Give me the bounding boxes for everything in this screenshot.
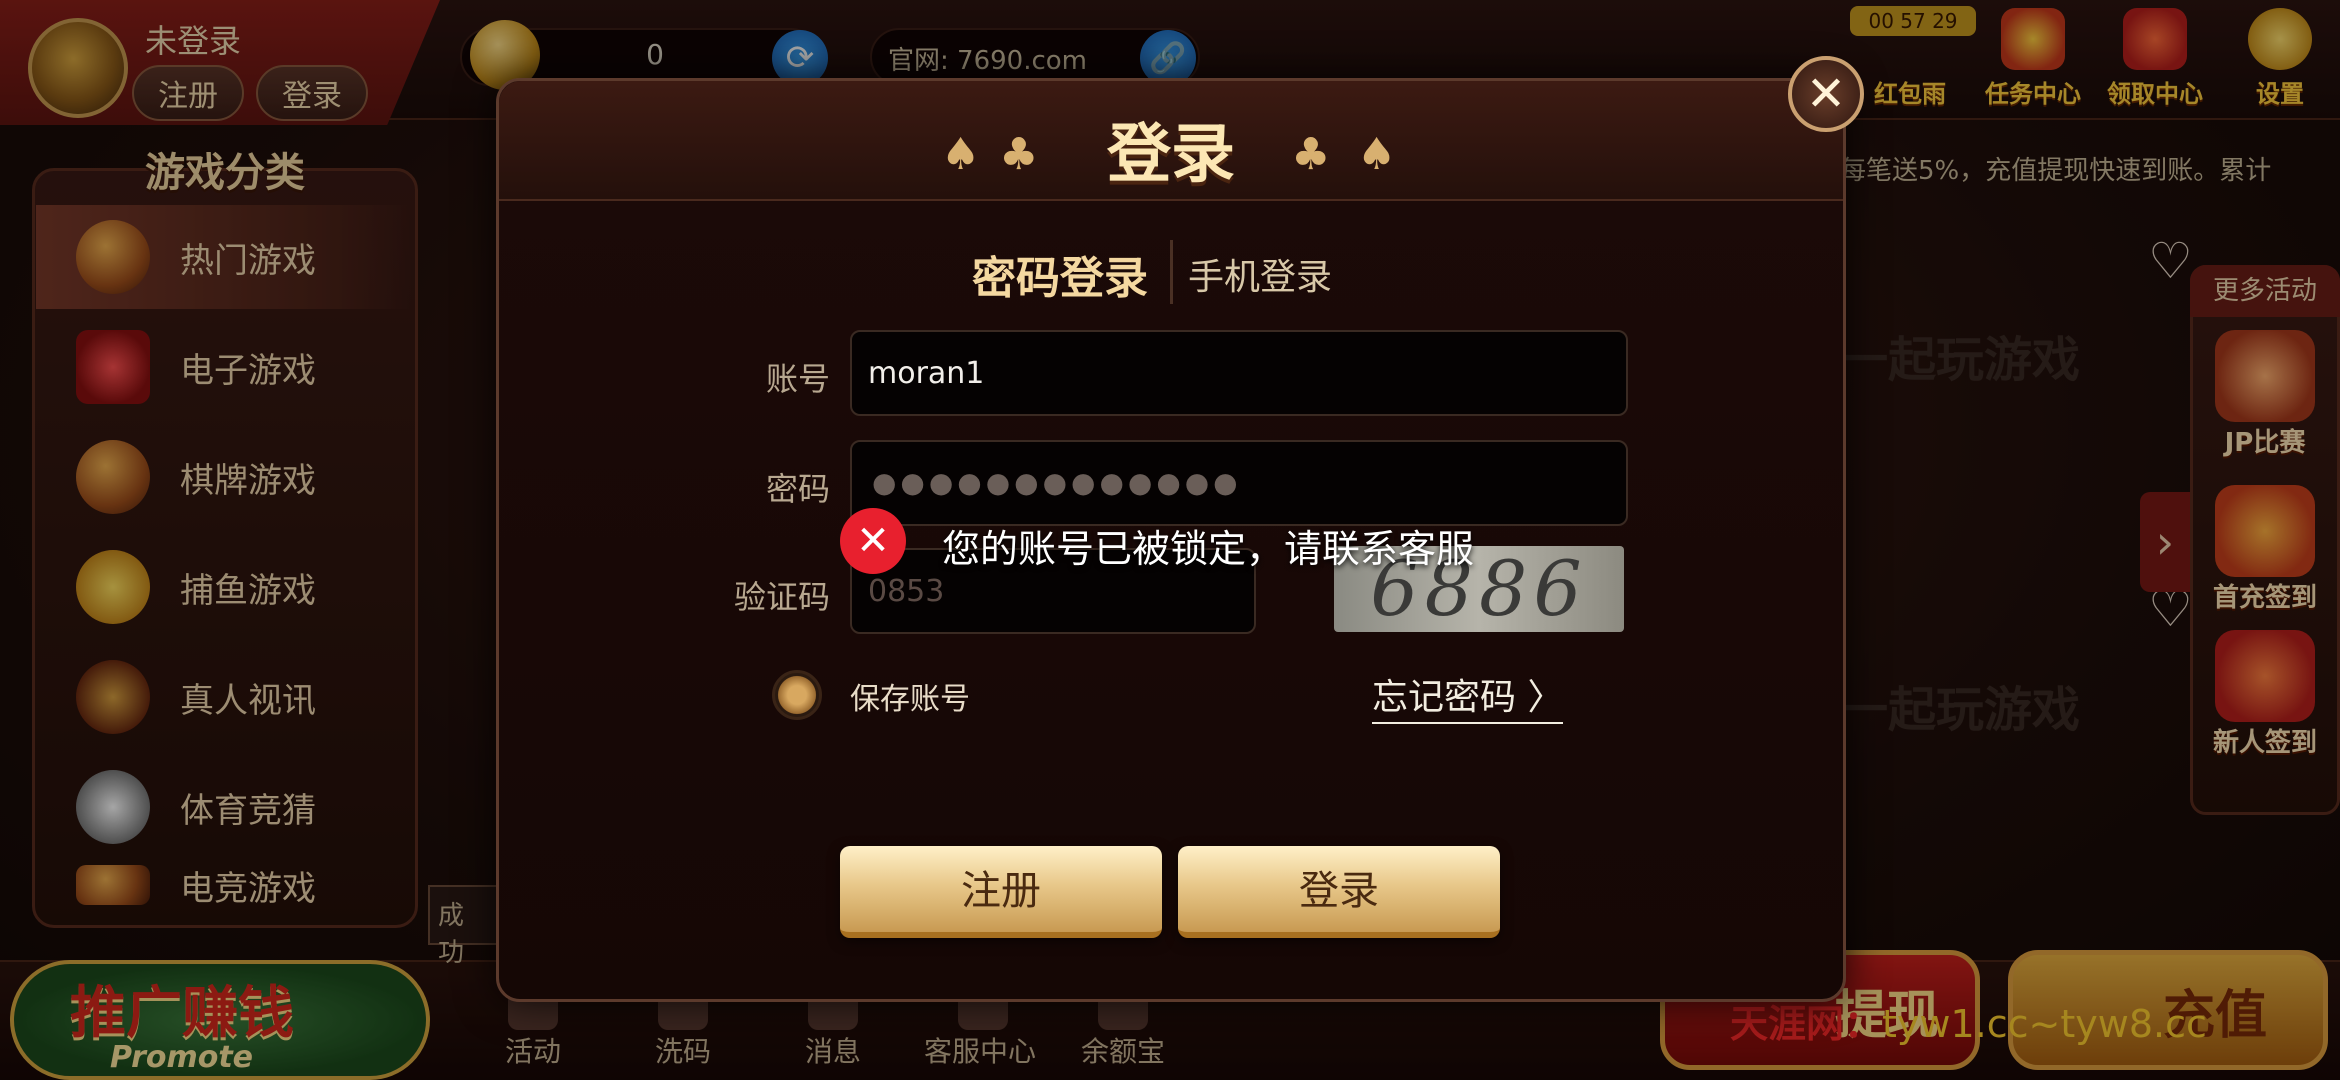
dialog-title: 登录: [1107, 118, 1235, 192]
tab-phone-login[interactable]: 手机登录: [1188, 248, 1332, 300]
save-account-radio[interactable]: [772, 670, 822, 720]
spade-icon: ♠: [941, 129, 981, 180]
spade-icon: ♠: [1357, 129, 1397, 180]
club-icon: ♣: [999, 129, 1039, 180]
error-toast-message: 您的账号已被锁定，请联系客服: [942, 527, 1475, 571]
close-button[interactable]: ✕: [1788, 56, 1864, 132]
error-x-icon: ✕: [840, 508, 906, 574]
login-button[interactable]: 登录: [1178, 846, 1500, 938]
register-button[interactable]: 注册: [840, 846, 1162, 938]
tab-divider: [1170, 240, 1173, 304]
captcha-value: 0853: [868, 574, 945, 609]
save-account-label[interactable]: 保存账号: [850, 674, 970, 718]
tab-password-login[interactable]: 密码登录: [972, 242, 1148, 306]
club-icon: ♣: [1291, 129, 1331, 180]
forgot-password-link[interactable]: 忘记密码 〉: [1372, 668, 1564, 724]
account-value: moran1: [868, 356, 985, 391]
captcha-label: 验证码: [733, 578, 830, 616]
password-mask: ●●●●●●●●●●●●●: [872, 466, 1242, 499]
account-label: 账号: [765, 360, 830, 398]
password-label: 密码: [765, 470, 830, 508]
